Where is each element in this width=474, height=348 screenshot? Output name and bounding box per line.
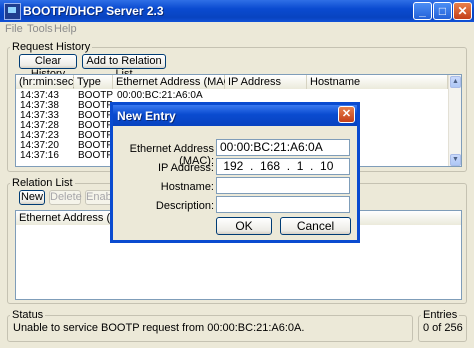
scroll-down-icon[interactable]: ▼ xyxy=(450,154,461,166)
column-header-ip[interactable]: IP Address xyxy=(225,75,307,89)
vertical-scrollbar[interactable]: ▲ ▼ xyxy=(448,75,461,166)
new-entry-dialog: New Entry ✕ Ethernet Address (MAC): 00:0… xyxy=(110,102,360,243)
status-label: Status xyxy=(10,309,46,321)
menu-help[interactable]: Help xyxy=(54,23,77,35)
ip-address-field[interactable]: 192 . 168 . 1 . 10 xyxy=(216,158,350,175)
hostname-label: Hostname: xyxy=(160,181,214,193)
table-row[interactable]: 14:37:43 BOOTP 00:00:BC:21:A6:0A xyxy=(20,91,203,101)
request-history-label: Request History xyxy=(10,41,93,53)
dialog-close-button[interactable]: ✕ xyxy=(338,106,355,123)
table-row[interactable]: 14:37:16 BOOTP xyxy=(20,151,113,161)
cancel-button[interactable]: Cancel xyxy=(280,217,351,235)
menu-file[interactable]: File xyxy=(5,23,23,35)
table-row[interactable]: 14:37:23 BOOTP xyxy=(20,131,113,141)
menu-tools[interactable]: Tools xyxy=(27,23,53,35)
dialog-title: New Entry xyxy=(117,109,176,123)
table-row[interactable]: 14:37:38 BOOTP xyxy=(20,101,113,111)
table-row[interactable]: 14:37:20 BOOTP xyxy=(20,141,113,151)
entries-label: Entries xyxy=(421,309,460,321)
table-row[interactable]: 14:37:28 BOOTP xyxy=(20,121,113,131)
clear-history-button[interactable]: Clear History xyxy=(19,54,77,80)
description-field[interactable] xyxy=(216,196,350,213)
add-to-relation-list-button[interactable]: Add to Relation List xyxy=(82,54,166,80)
new-button[interactable]: New xyxy=(19,190,45,205)
relation-list-label: Relation List xyxy=(10,177,75,189)
mac-field[interactable]: 00:00:BC:21:A6:0A xyxy=(216,139,350,156)
close-button[interactable]: ✕ xyxy=(453,2,472,20)
delete-button[interactable]: Delete xyxy=(49,190,82,205)
minimize-button[interactable]: _ xyxy=(413,2,432,20)
status-text: Unable to service BOOTP request from 00:… xyxy=(13,322,305,334)
ok-button[interactable]: OK xyxy=(216,217,272,235)
app-icon xyxy=(4,3,21,20)
maximize-button[interactable]: □ xyxy=(433,2,452,20)
column-header-time[interactable]: (hr:min:sec) xyxy=(16,75,77,89)
entries-count: 0 of 256 xyxy=(423,322,463,334)
hostname-field[interactable] xyxy=(216,177,350,194)
column-header-mac[interactable]: Ethernet Address (MAC) xyxy=(113,75,235,89)
column-header-type[interactable]: Type xyxy=(74,75,113,89)
ip-label: IP Address: xyxy=(157,162,214,174)
column-header-hostname[interactable]: Hostname xyxy=(307,75,448,89)
scroll-up-icon[interactable]: ▲ xyxy=(450,76,461,88)
table-row[interactable]: 14:37:33 BOOTP xyxy=(20,111,113,121)
description-label: Description: xyxy=(155,200,214,212)
window-title: BOOTP/DHCP Server 2.3 xyxy=(23,4,164,18)
